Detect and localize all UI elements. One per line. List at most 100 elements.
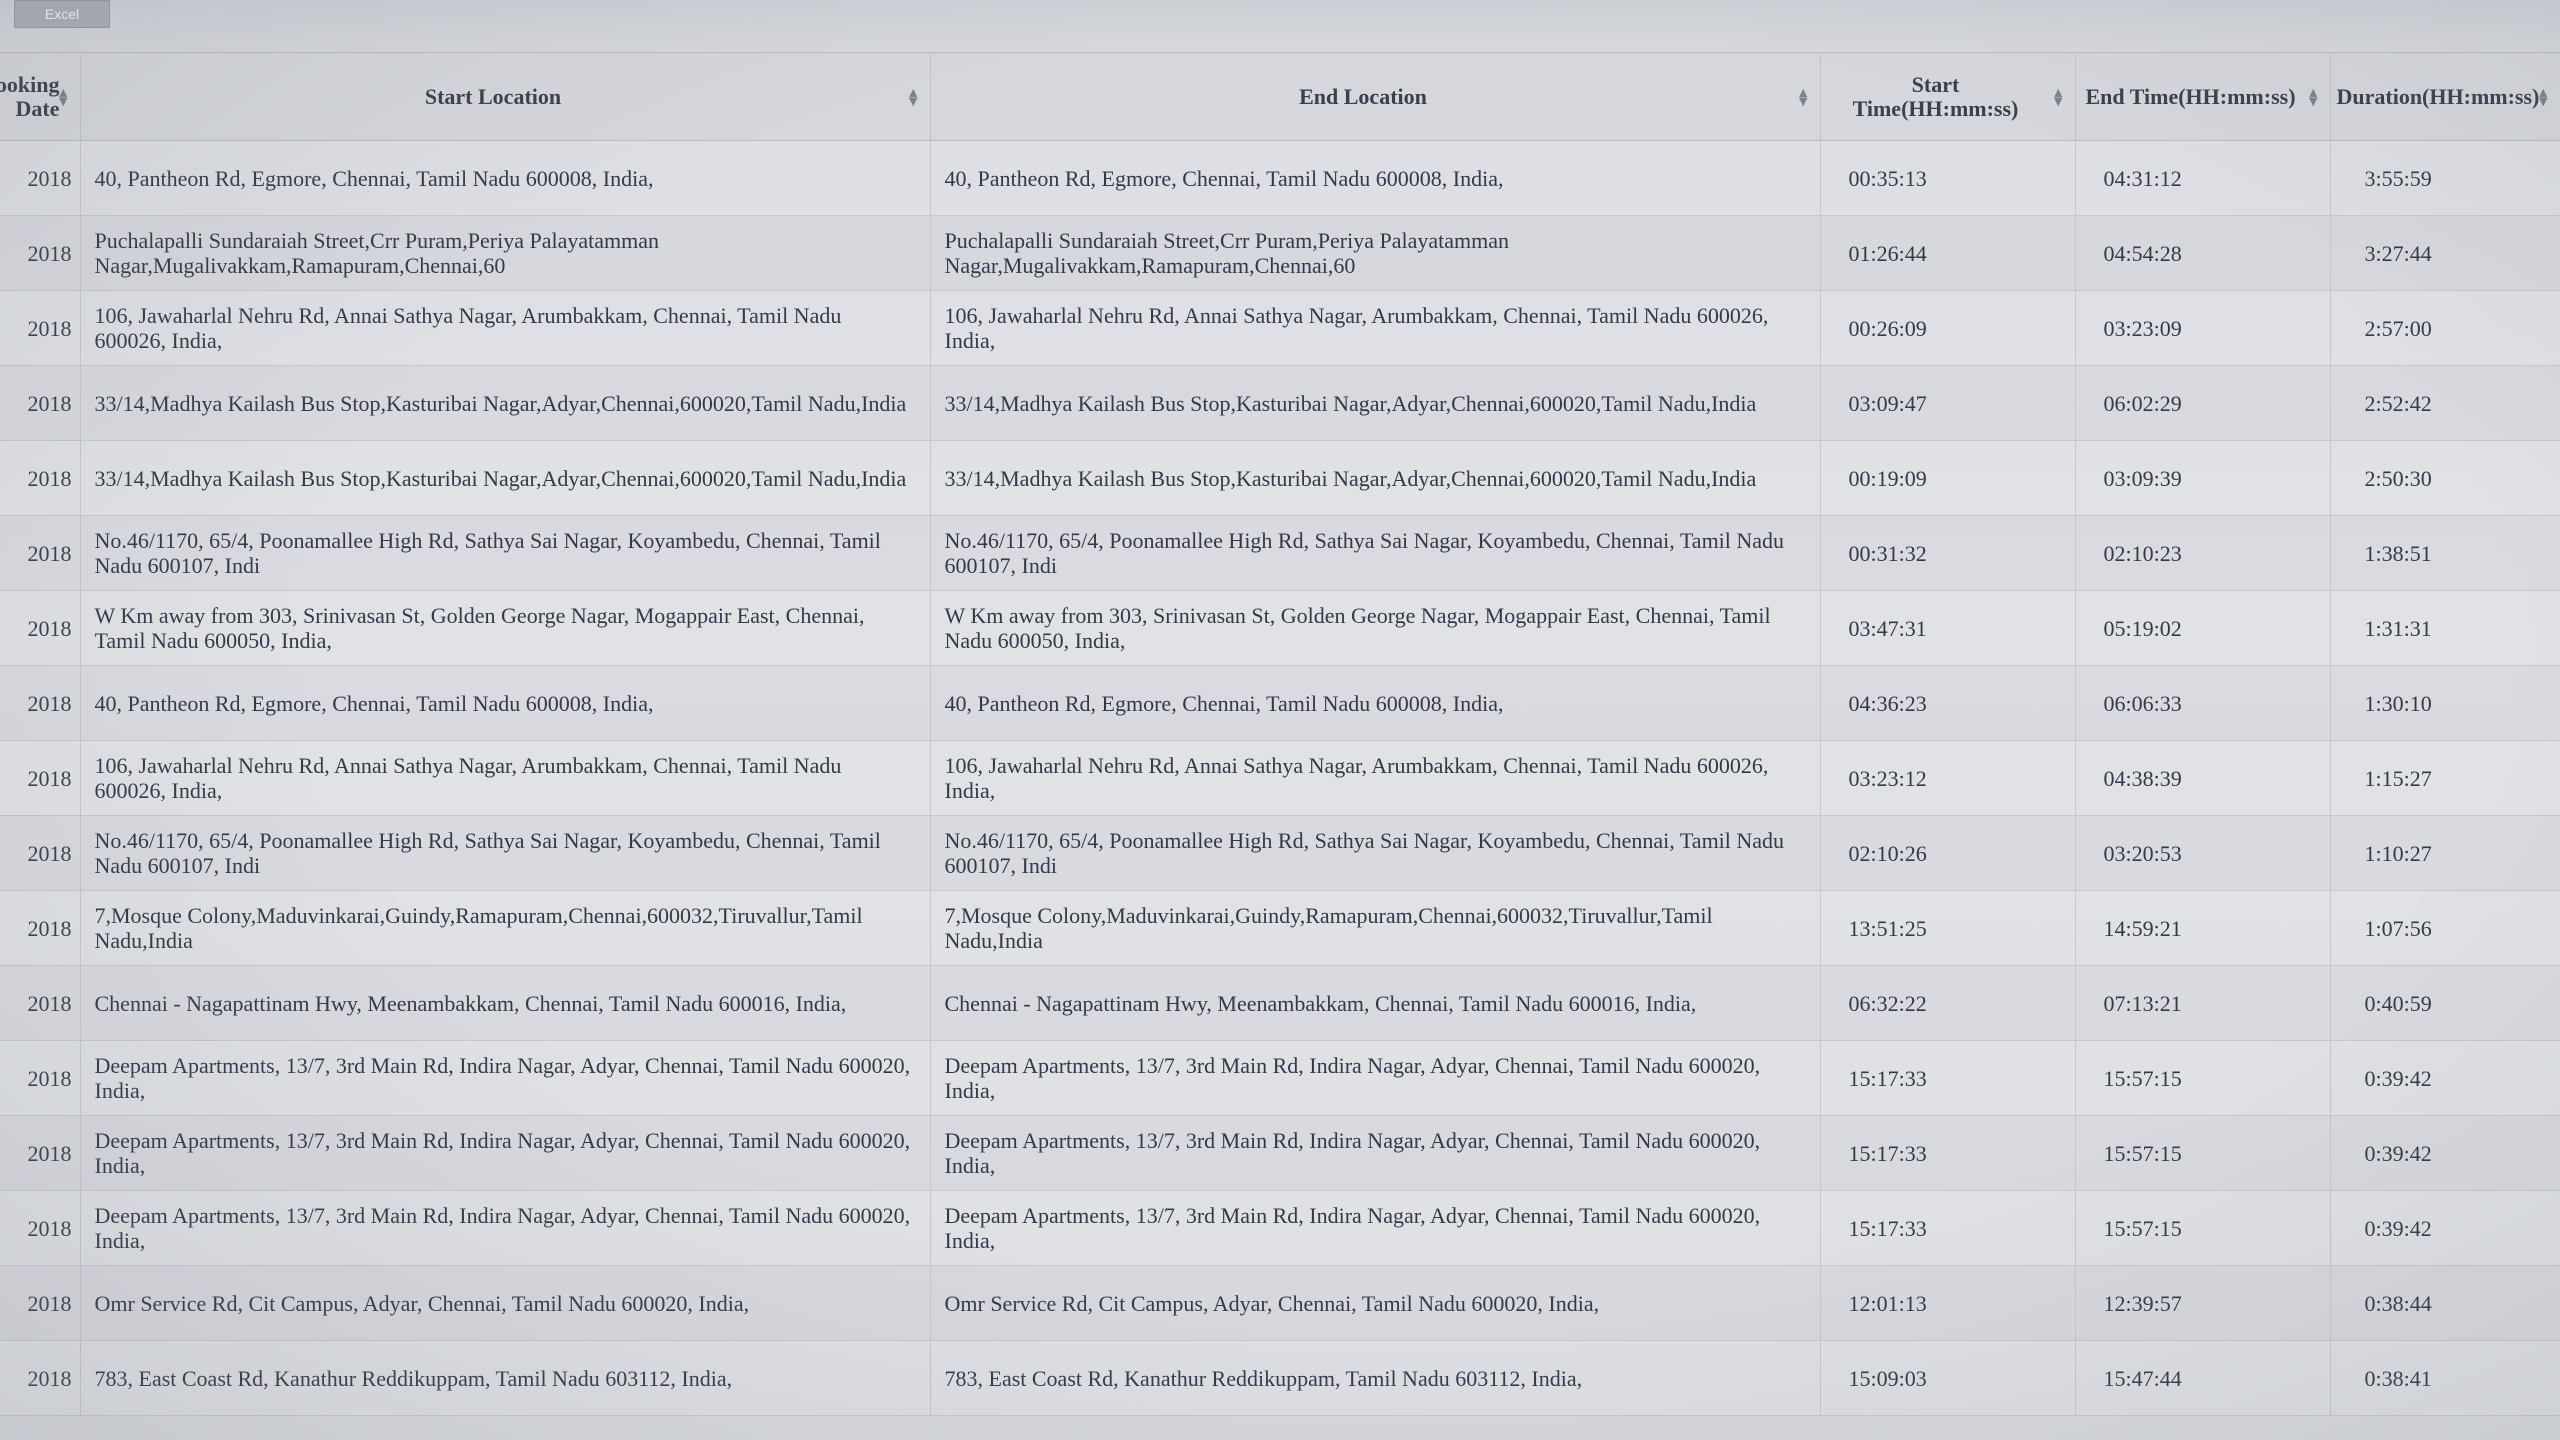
sort-icon[interactable]: ▲ ▼: [2539, 87, 2547, 107]
duration-cell: 2:50:30: [2330, 440, 2560, 516]
header-label: Booking Date: [0, 72, 60, 121]
table-row[interactable]: 2018 106, Jawaharlal Nehru Rd, Annai Sath…: [0, 740, 2560, 816]
table-row[interactable]: 2018 33/14,Madhya Kailash Bus Stop,Kastur…: [0, 440, 2560, 516]
table-row[interactable]: 2018 Deepam Apartments, 13/7, 3rd Main Rd…: [0, 1040, 2560, 1116]
booking-date-cell: 2018: [0, 1040, 81, 1116]
booking-date-cell: 2018: [0, 815, 81, 891]
start-location-cell: No.46/1170, 65/4, Poonamallee High Rd, S…: [80, 815, 931, 891]
end-time-cell: 05:19:02: [2075, 590, 2331, 666]
booking-date-cell: 2018: [0, 140, 81, 216]
header-label: Duration(HH:mm:ss): [2336, 84, 2540, 109]
start-time-cell: 15:17:33: [1820, 1040, 2076, 1116]
table-row[interactable]: 2018 Chennai - Nagapattinam Hwy, Meenamba…: [0, 965, 2560, 1041]
end-location-cell: 7,Mosque Colony,Maduvinkarai,Guindy,Rama…: [930, 890, 1821, 966]
start-time-cell: 15:17:33: [1820, 1115, 2076, 1191]
start-location-cell: 33/14,Madhya Kailash Bus Stop,Kasturibai…: [80, 440, 931, 516]
start-location-cell: 33/14,Madhya Kailash Bus Stop,Kasturibai…: [80, 365, 931, 441]
end-time-cell: 02:10:23: [2075, 515, 2331, 591]
booking-date-cell: 2018: [0, 1115, 81, 1191]
start-location-cell: Puchalapalli Sundaraiah Street,Crr Puram…: [80, 215, 931, 291]
table-row[interactable]: 2018 33/14,Madhya Kailash Bus Stop,Kastur…: [0, 365, 2560, 441]
booking-date-cell: 2018: [0, 590, 81, 666]
booking-date-cell: 2018: [0, 890, 81, 966]
sort-icon[interactable]: ▲ ▼: [909, 87, 917, 107]
end-time-cell: 12:39:57: [2075, 1265, 2331, 1341]
end-location-cell: No.46/1170, 65/4, Poonamallee High Rd, S…: [930, 515, 1821, 591]
start-location-cell: Deepam Apartments, 13/7, 3rd Main Rd, In…: [80, 1115, 931, 1191]
table-row[interactable]: 2018 Deepam Apartments, 13/7, 3rd Main Rd…: [0, 1190, 2560, 1266]
duration-cell: 1:10:27: [2330, 815, 2560, 891]
table-row[interactable]: 2018 W Km away from 303, Srinivasan St, G…: [0, 590, 2560, 666]
duration-cell: 3:27:44: [2330, 215, 2560, 291]
header-label: End Location: [1299, 84, 1427, 109]
end-location-cell: W Km away from 303, Srinivasan St, Golde…: [930, 590, 1821, 666]
table-row[interactable]: 2018 No.46/1170, 65/4, Poonamallee High R…: [0, 515, 2560, 591]
duration-cell: 2:57:00: [2330, 290, 2560, 366]
table-header-row: Booking Date▲▼Start Location▲▼End Locati…: [0, 54, 2560, 141]
booking-date-cell: 2018: [0, 1265, 81, 1341]
start-time-cell: 01:26:44: [1820, 215, 2076, 291]
sort-icon[interactable]: ▲ ▼: [59, 87, 67, 107]
end-location-cell: 33/14,Madhya Kailash Bus Stop,Kasturibai…: [930, 440, 1821, 516]
export-excel-button[interactable]: Excel: [14, 0, 110, 28]
duration-cell: 1:38:51: [2330, 515, 2560, 591]
duration-cell: 3:55:59: [2330, 140, 2560, 216]
start-location-cell: No.46/1170, 65/4, Poonamallee High Rd, S…: [80, 515, 931, 591]
end-time-cell: 03:20:53: [2075, 815, 2331, 891]
start-time-cell: 06:32:22: [1820, 965, 2076, 1041]
start-location-cell: Omr Service Rd, Cit Campus, Adyar, Chenn…: [80, 1265, 931, 1341]
table-row[interactable]: 2018 Omr Service Rd, Cit Campus, Adyar, C…: [0, 1265, 2560, 1341]
booking-date-cell: 2018: [0, 1340, 81, 1416]
end-location-cell: Deepam Apartments, 13/7, 3rd Main Rd, In…: [930, 1040, 1821, 1116]
start-time-cell: 00:35:13: [1820, 140, 2076, 216]
table-body: 2018 40, Pantheon Rd, Egmore, Chennai, Ta…: [0, 140, 2560, 1416]
duration-cell: 0:39:42: [2330, 1115, 2560, 1191]
table-row[interactable]: 2018 40, Pantheon Rd, Egmore, Chennai, Ta…: [0, 665, 2560, 741]
end-time-cell: 06:02:29: [2075, 365, 2331, 441]
header-booking-date[interactable]: Booking Date▲▼: [0, 54, 81, 141]
table-row[interactable]: 2018 40, Pantheon Rd, Egmore, Chennai, Ta…: [0, 140, 2560, 216]
header-start-location[interactable]: Start Location ▲ ▼: [80, 54, 931, 141]
end-location-cell: 783, East Coast Rd, Kanathur Reddikuppam…: [930, 1340, 1821, 1416]
header-end-location[interactable]: End Location ▲ ▼: [930, 54, 1821, 141]
booking-date-cell: 2018: [0, 965, 81, 1041]
booking-date-cell: 2018: [0, 665, 81, 741]
duration-cell: 0:38:41: [2330, 1340, 2560, 1416]
trips-table: Booking Date▲▼Start Location▲▼End Locati…: [0, 54, 2560, 1416]
end-time-cell: 15:47:44: [2075, 1340, 2331, 1416]
start-time-cell: 02:10:26: [1820, 815, 2076, 891]
table-row[interactable]: 2018 Puchalapalli Sundaraiah Street,Crr P…: [0, 215, 2560, 291]
end-time-cell: 14:59:21: [2075, 890, 2331, 966]
start-time-cell: 00:31:32: [1820, 515, 2076, 591]
start-location-cell: 7,Mosque Colony,Maduvinkarai,Guindy,Rama…: [80, 890, 931, 966]
sort-icon[interactable]: ▲ ▼: [1799, 87, 1807, 107]
end-location-cell: 106, Jawaharlal Nehru Rd, Annai Sathya N…: [930, 290, 1821, 366]
end-location-cell: Deepam Apartments, 13/7, 3rd Main Rd, In…: [930, 1190, 1821, 1266]
table-row[interactable]: 2018 7,Mosque Colony,Maduvinkarai,Guindy,…: [0, 890, 2560, 966]
table-row[interactable]: 2018 106, Jawaharlal Nehru Rd, Annai Sath…: [0, 290, 2560, 366]
header-end-time[interactable]: End Time(HH:mm:ss) ▲ ▼: [2075, 54, 2331, 141]
booking-date-cell: 2018: [0, 440, 81, 516]
end-location-cell: Puchalapalli Sundaraiah Street,Crr Puram…: [930, 215, 1821, 291]
end-time-cell: 07:13:21: [2075, 965, 2331, 1041]
start-time-cell: 03:47:31: [1820, 590, 2076, 666]
booking-date-cell: 2018: [0, 740, 81, 816]
end-time-cell: 04:38:39: [2075, 740, 2331, 816]
duration-cell: 0:38:44: [2330, 1265, 2560, 1341]
start-location-cell: 106, Jawaharlal Nehru Rd, Annai Sathya N…: [80, 740, 931, 816]
end-time-cell: 06:06:33: [2075, 665, 2331, 741]
duration-cell: 0:40:59: [2330, 965, 2560, 1041]
table-row[interactable]: 2018 783, East Coast Rd, Kanathur Reddiku…: [0, 1340, 2560, 1416]
start-time-cell: 15:17:33: [1820, 1190, 2076, 1266]
header-start-time[interactable]: Start Time(HH:mm:ss) ▲ ▼: [1820, 54, 2076, 141]
duration-cell: 0:39:42: [2330, 1190, 2560, 1266]
header-duration[interactable]: Duration(HH:mm:ss) ▲ ▼: [2330, 54, 2560, 141]
end-location-cell: Deepam Apartments, 13/7, 3rd Main Rd, In…: [930, 1115, 1821, 1191]
table-row[interactable]: 2018 No.46/1170, 65/4, Poonamallee High R…: [0, 815, 2560, 891]
sort-icon[interactable]: ▲ ▼: [2309, 87, 2317, 107]
sort-icon[interactable]: ▲ ▼: [2054, 87, 2062, 107]
table-row[interactable]: 2018 Deepam Apartments, 13/7, 3rd Main Rd…: [0, 1115, 2560, 1191]
booking-date-cell: 2018: [0, 215, 81, 291]
end-location-cell: Omr Service Rd, Cit Campus, Adyar, Chenn…: [930, 1265, 1821, 1341]
end-time-cell: 03:09:39: [2075, 440, 2331, 516]
